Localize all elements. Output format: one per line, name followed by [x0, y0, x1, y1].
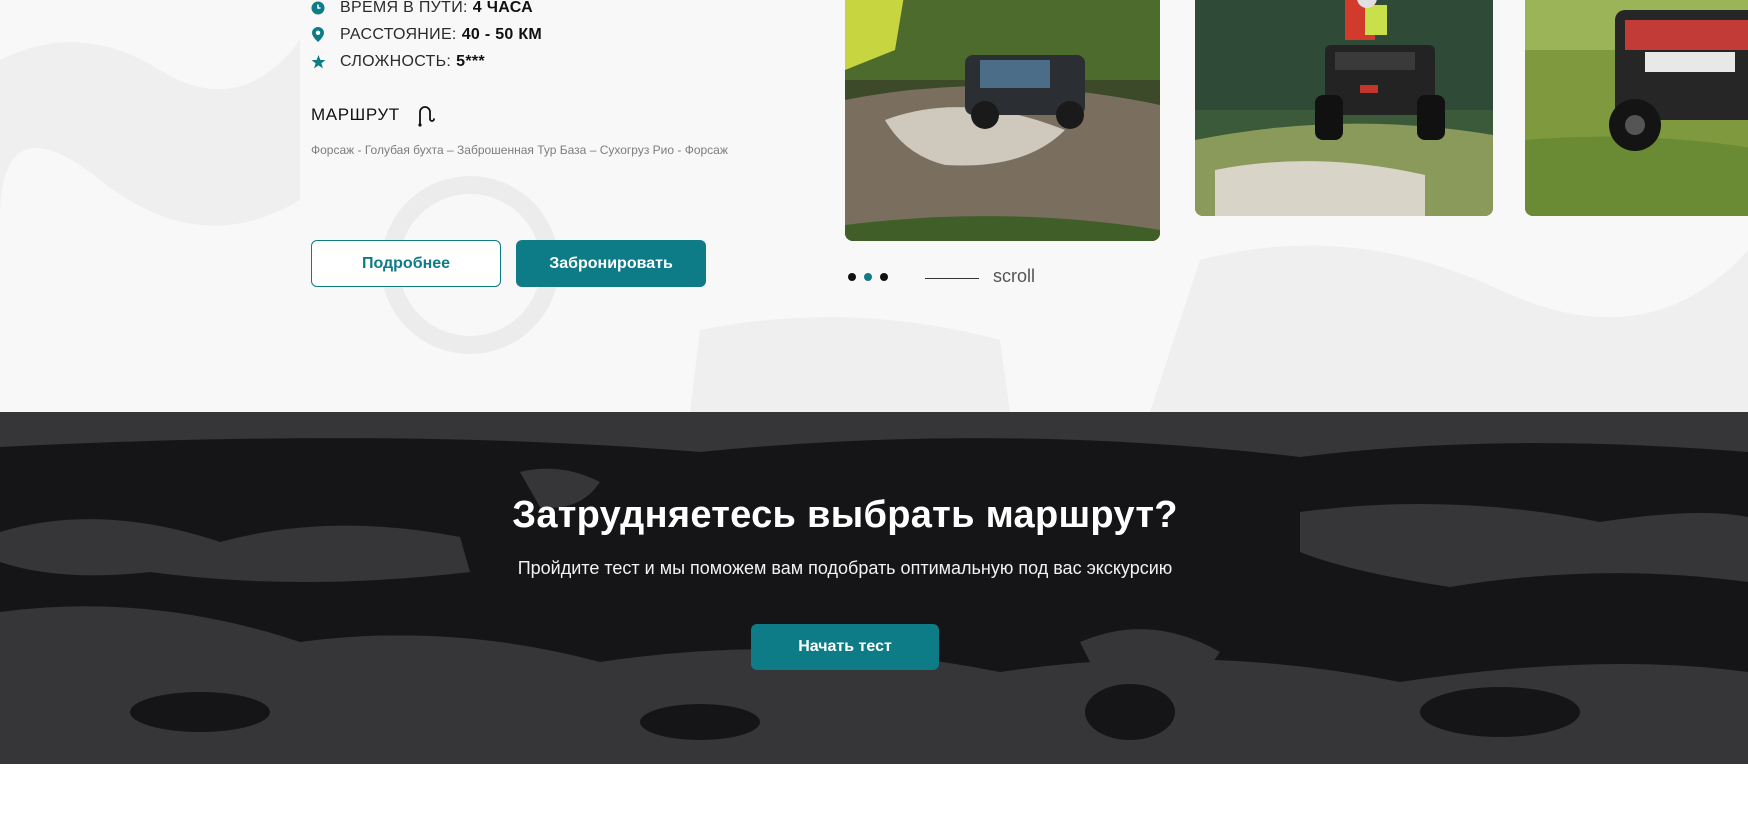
carousel-dot-1[interactable]: [848, 273, 856, 281]
route-icon: [416, 103, 436, 127]
quiz-banner: Затрудняетесь выбрать маршрут? Пройдите …: [0, 412, 1748, 764]
route-description: Форсаж - Голубая бухта – Заброшенная Тур…: [311, 143, 728, 157]
tour-info-list: ВРЕМЯ В ПУТИ: 4 ЧАСА РАССТОЯНИЕ: 40 - 50…: [310, 0, 542, 75]
banner-texture: [0, 412, 1748, 764]
info-difficulty-value: 5***: [456, 52, 485, 70]
tour-section: ВРЕМЯ В ПУТИ: 4 ЧАСА РАССТОЯНИЕ: 40 - 50…: [0, 0, 1748, 412]
scroll-indicator-line: [925, 278, 979, 279]
info-difficulty-label: СЛОЖНОСТЬ:: [340, 52, 452, 70]
route-title: МАРШРУТ: [311, 105, 400, 124]
info-duration-value: 4 ЧАСА: [472, 0, 534, 16]
carousel-dot-2[interactable]: [864, 273, 872, 281]
carousel-dot-3[interactable]: [880, 273, 888, 281]
star-icon: [310, 54, 326, 70]
info-distance-label: РАССТОЯНИЕ:: [340, 25, 457, 43]
carousel-dots: [848, 273, 888, 281]
location-pin-icon: [310, 27, 326, 43]
scroll-label: scroll: [993, 266, 1036, 286]
info-difficulty: СЛОЖНОСТЬ: 5***: [310, 48, 542, 75]
carousel-photo-buggy-river[interactable]: [845, 0, 1160, 241]
clock-icon: [310, 0, 326, 16]
quiz-subtitle: Пройдите тест и мы поможем вам подобрать…: [517, 558, 1173, 578]
info-distance-value: 40 - 50 КМ: [461, 25, 543, 43]
info-duration: ВРЕМЯ В ПУТИ: 4 ЧАСА: [310, 0, 542, 21]
info-distance: РАССТОЯНИЕ: 40 - 50 КМ: [310, 21, 542, 48]
carousel-photo-atv-field[interactable]: [1525, 0, 1748, 216]
details-button[interactable]: Подробнее: [311, 240, 501, 287]
start-test-button[interactable]: Начать тест: [751, 624, 939, 670]
route-heading: МАРШРУТ: [311, 103, 436, 127]
carousel-photo-quad-rider[interactable]: [1195, 0, 1493, 216]
info-duration-label: ВРЕМЯ В ПУТИ:: [340, 0, 468, 16]
quiz-title: Затрудняетесь выбрать маршрут?: [512, 494, 1178, 536]
book-button[interactable]: Забронировать: [516, 240, 706, 287]
